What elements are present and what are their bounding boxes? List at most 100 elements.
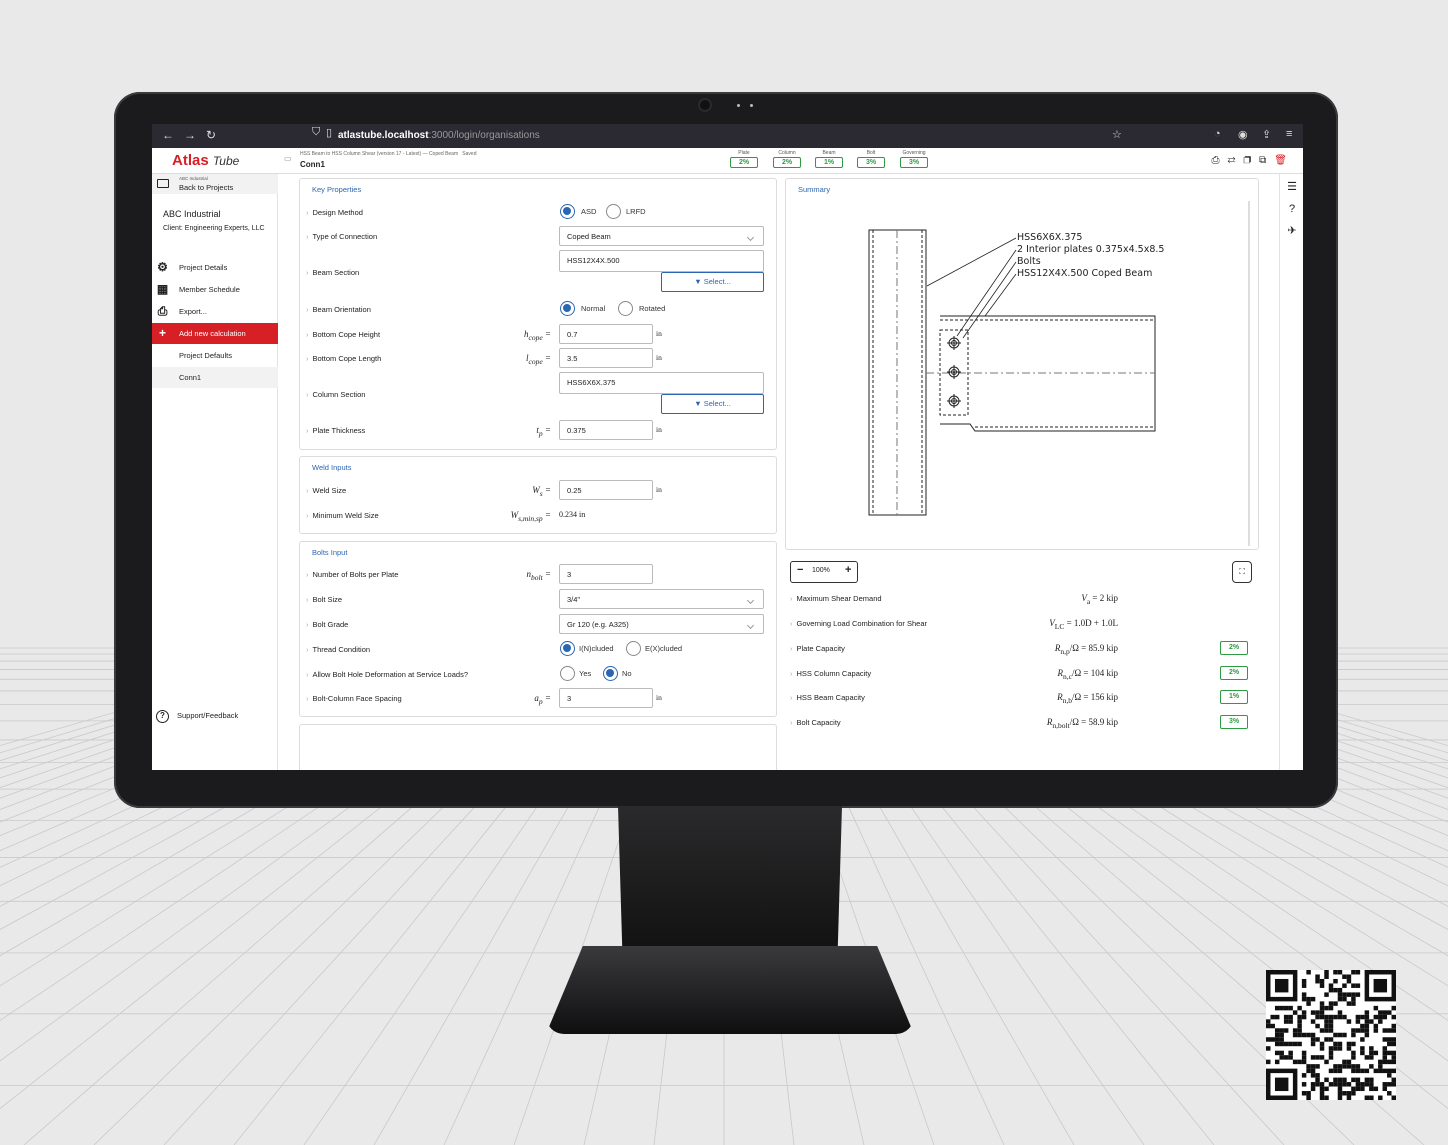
radio-included[interactable] <box>560 641 575 656</box>
column-section-field[interactable]: HSS6X6X.375 <box>559 372 764 394</box>
connection-type-select[interactable]: Coped Beam <box>559 226 764 246</box>
zoom-control: − 100% + <box>790 561 858 583</box>
weld-size-input[interactable]: 0.25 <box>559 480 653 500</box>
zoom-in-button[interactable]: + <box>845 564 851 576</box>
cope-length-symbol: lcope = <box>525 353 551 366</box>
radio-yes[interactable] <box>560 666 575 681</box>
sidebar-item-conn1[interactable]: Conn1 <box>152 367 278 388</box>
sidebar-item-add-calculation[interactable]: + Add new calculation <box>152 323 278 344</box>
qr-code <box>1266 970 1396 1100</box>
duplicate-icon[interactable]: ⧉ <box>1259 155 1274 166</box>
radio-normal[interactable] <box>560 301 575 316</box>
num-bolts-input[interactable]: 3 <box>559 564 653 584</box>
connection-type-row: Type of Connection Coped Beam <box>300 226 776 248</box>
summary-row: Plate Capacity Rn,p/Ω = 85.9 kip 2% <box>788 639 1252 659</box>
cope-height-input[interactable]: 0.7 <box>559 324 653 344</box>
delete-icon[interactable]: 🗑 <box>1274 155 1295 166</box>
right-toolbar: ☰ ? ✈ <box>1282 176 1302 242</box>
weld-size-symbol: Ws = <box>532 485 551 498</box>
radio-excluded[interactable] <box>626 641 641 656</box>
list-icon[interactable]: ☰ <box>1282 176 1302 198</box>
back-arrow-icon[interactable]: ← <box>162 128 184 142</box>
bolt-grade-select[interactable]: Gr 120 (e.g. A325) <box>559 614 764 634</box>
browser-toolbar: ←→↻ ⛉ ▯ atlastube.localhost:3000/login/o… <box>152 124 1303 148</box>
print-icon: ⎙ <box>157 304 168 318</box>
reload-icon[interactable]: ↻ <box>206 128 226 142</box>
copy-icon[interactable]: ❐ <box>1244 155 1260 166</box>
cope-length-input[interactable]: 3.5 <box>559 348 653 368</box>
back-to-projects[interactable]: ABC Industrial Back to Projects <box>152 174 278 194</box>
bolts-input-panel: Bolts Input Number of Bolts per Plate nb… <box>299 541 777 717</box>
beam-section-select-button[interactable]: ▼ Select... <box>661 272 764 292</box>
util-beam: Beam 1% <box>815 150 843 168</box>
beam-section-field[interactable]: HSS12X4X.500 <box>559 250 764 272</box>
sidebar-item-export[interactable]: ⎙ Export... <box>152 301 278 322</box>
print-icon[interactable]: ⎙ <box>1212 155 1228 166</box>
radio-lrfd[interactable] <box>606 204 621 219</box>
breadcrumb: HSS Beam to HSS Column Shear (version 17… <box>300 151 477 157</box>
beam-outline <box>926 315 1156 432</box>
radio-no[interactable] <box>603 666 618 681</box>
webcam <box>700 100 710 110</box>
util-governing: Governing 3% <box>900 150 928 168</box>
section-title: Weld Inputs <box>312 463 352 472</box>
beam-orientation-row: Beam Orientation Normal Rotated <box>300 299 776 321</box>
sidebar-item-member-schedule[interactable]: ▦ Member Schedule <box>152 279 278 300</box>
section-title: Bolts Input <box>312 548 348 557</box>
compare-icon[interactable]: ⇄ <box>1228 155 1244 166</box>
util-badge: 2% <box>1220 641 1248 655</box>
thread-condition-row: Thread Condition I(N)cluded E(X)cluded <box>300 639 776 661</box>
forward-arrow-icon[interactable]: → <box>184 128 206 142</box>
help-icon[interactable]: ? <box>1282 198 1302 220</box>
min-weld-row: Minimum Weld Size Ws,min,sp = 0.234 in <box>300 505 776 527</box>
drawing-label-bolts: Bolts <box>1017 256 1041 267</box>
support-feedback[interactable]: ? Support/Feedback <box>156 709 238 723</box>
sidebar-toggle-icon[interactable]: ▭ <box>284 154 292 163</box>
num-bolts-row: Number of Bolts per Plate nbolt = 3 <box>300 564 776 586</box>
atlas-tube-logo[interactable]: Atlas Tube <box>172 152 239 169</box>
bolt-spacing-input[interactable]: 3 <box>559 688 653 708</box>
plate-thickness-symbol: tp = <box>536 425 551 438</box>
plate-thickness-input[interactable]: 0.375 <box>559 420 653 440</box>
expand-icon: ⛶ <box>1239 567 1245 576</box>
screen: ←→↻ ⛉ ▯ atlastube.localhost:3000/login/o… <box>152 124 1303 770</box>
zoom-out-button[interactable]: − <box>797 564 803 576</box>
column-section-select-button[interactable]: ▼ Select... <box>661 394 764 414</box>
bolt-size-select[interactable]: 3/4" <box>559 589 764 609</box>
weld-size-row: Weld Size Ws = 0.25 in <box>300 480 776 502</box>
shield-icon: ⛉ <box>312 126 321 138</box>
next-panel <box>299 724 777 770</box>
drawing-label-column: HSS6X6X.375 <box>1017 232 1082 243</box>
cope-height-symbol: hcope = <box>524 329 551 342</box>
menu-icon[interactable]: ≡ <box>1286 128 1292 140</box>
radio-asd[interactable] <box>560 204 575 219</box>
column-outline <box>868 229 927 516</box>
plus-icon: + <box>158 326 166 340</box>
send-icon[interactable]: ✈ <box>1282 220 1302 242</box>
drawing-label-plates: 2 Interior plates 0.375x4.5x8.5 <box>1017 244 1164 255</box>
cope-length-row: Bottom Cope Length lcope = 3.5 in <box>300 348 776 370</box>
app-header: Atlas Tube ▭ HSS Beam to HSS Column Shea… <box>152 148 1303 174</box>
share-icon[interactable]: ⇪ <box>1262 128 1271 141</box>
account-icon[interactable]: ◉ <box>1238 128 1248 141</box>
header-tools: ⎙⇄❐⧉🗑 <box>1212 155 1295 166</box>
url-text: atlastube.localhost:3000/login/organisat… <box>338 130 540 141</box>
sidebar-item-project-defaults[interactable]: Project Defaults <box>152 345 278 366</box>
bookmark-star-icon[interactable]: ☆ <box>1112 128 1122 141</box>
address-bar[interactable]: ⛉ ▯ atlastube.localhost:3000/login/organ… <box>300 126 1130 145</box>
fullscreen-button[interactable]: ⛶ <box>1232 561 1252 583</box>
min-weld-symbol: Ws,min,sp = <box>510 510 551 523</box>
radio-rotated[interactable] <box>618 301 633 316</box>
gears-icon: ⚙ <box>157 260 168 274</box>
bolt-spacing-row: Bolt-Column Face Spacing ap = 3 in <box>300 688 776 710</box>
folder-icon <box>157 179 169 188</box>
deformation-row: Allow Bolt Hole Deformation at Service L… <box>300 664 776 686</box>
grid-icon: ▦ <box>156 282 169 296</box>
pocket-icon[interactable]: ◔ <box>1214 128 1221 140</box>
help-circle-icon: ? <box>156 710 169 723</box>
browser-nav: ←→↻ <box>162 128 226 142</box>
zoom-level: 100% <box>812 567 830 574</box>
drawing-label-beam: HSS12X4X.500 Coped Beam <box>1017 268 1152 279</box>
util-badge: 3% <box>1220 715 1248 729</box>
sidebar-item-project-details[interactable]: ⚙ Project Details <box>152 257 278 278</box>
